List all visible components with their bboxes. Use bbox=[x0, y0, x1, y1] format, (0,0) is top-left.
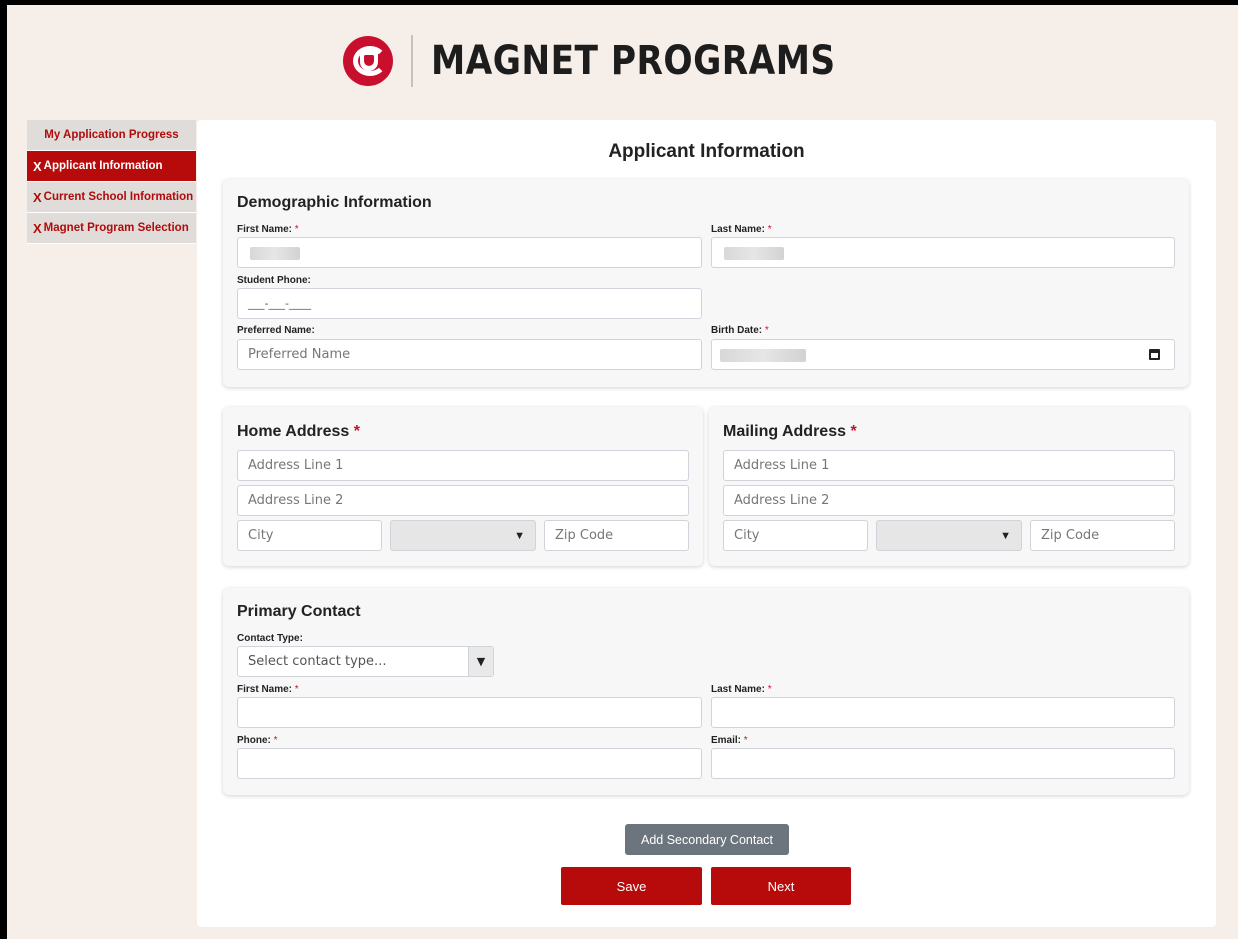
redacted-value bbox=[250, 247, 300, 260]
add-secondary-contact-button[interactable]: Add Secondary Contact bbox=[625, 824, 789, 855]
home-city-input[interactable]: City bbox=[237, 520, 382, 551]
primary-contact-title: Primary Contact bbox=[237, 603, 361, 620]
home-address-line1-input[interactable]: Address Line 1 bbox=[237, 450, 689, 481]
sidebar-item-current-school-information[interactable]: X Current School Information bbox=[27, 182, 196, 213]
sidebar-item-label: Current School Information bbox=[43, 191, 194, 203]
demographic-card: Demographic Information First Name: * La… bbox=[223, 179, 1189, 387]
first-name-input[interactable] bbox=[237, 237, 702, 268]
preferred-name-input[interactable]: Preferred Name bbox=[237, 339, 702, 370]
contact-first-name-input[interactable] bbox=[237, 697, 702, 728]
sidebar-item-magnet-program-selection[interactable]: X Magnet Program Selection bbox=[27, 213, 196, 244]
mailing-state-select[interactable]: ▼ bbox=[876, 520, 1022, 551]
sidebar-item-label: Applicant Information bbox=[43, 160, 163, 172]
site-header: MAGNET PROGRAMS bbox=[7, 5, 1238, 117]
home-address-title: Home Address * bbox=[237, 423, 361, 440]
district-logo-icon bbox=[343, 36, 394, 86]
student-phone-input[interactable]: ___-___-____ bbox=[237, 288, 702, 319]
redacted-value bbox=[720, 349, 806, 362]
sidebar-item-application-progress[interactable]: My Application Progress bbox=[27, 120, 196, 151]
app-frame: MAGNET PROGRAMS My Application Progress … bbox=[7, 5, 1238, 939]
primary-contact-card: Primary Contact Contact Type: Select con… bbox=[223, 588, 1189, 795]
home-zip-input[interactable]: Zip Code bbox=[544, 520, 689, 551]
contact-last-name-label: Last Name: * bbox=[711, 684, 772, 695]
contact-email-input[interactable] bbox=[711, 748, 1175, 779]
mailing-address-card: Mailing Address * Address Line 1 Address… bbox=[709, 407, 1189, 566]
incomplete-x-icon: X bbox=[33, 189, 42, 205]
calendar-icon[interactable] bbox=[1149, 349, 1160, 360]
contact-phone-input[interactable] bbox=[237, 748, 702, 779]
last-name-input[interactable] bbox=[711, 237, 1175, 268]
last-name-label: Last Name: * bbox=[711, 224, 772, 235]
birth-date-input[interactable] bbox=[711, 339, 1175, 370]
sidebar-item-label: My Application Progress bbox=[44, 129, 179, 141]
student-phone-label: Student Phone: bbox=[237, 275, 311, 286]
mailing-address-line2-input[interactable]: Address Line 2 bbox=[723, 485, 1175, 516]
mailing-city-input[interactable]: City bbox=[723, 520, 868, 551]
site-title: MAGNET PROGRAMS bbox=[431, 38, 836, 84]
caret-down-icon[interactable]: ▼ bbox=[468, 647, 493, 676]
first-name-label: First Name: * bbox=[237, 224, 299, 235]
sidebar-item-applicant-information[interactable]: X Applicant Information bbox=[27, 151, 196, 182]
birth-date-label: Birth Date: * bbox=[711, 325, 769, 336]
contact-type-select[interactable]: Select contact type... ▼ bbox=[237, 646, 494, 677]
contact-email-label: Email: * bbox=[711, 735, 748, 746]
contact-last-name-input[interactable] bbox=[711, 697, 1175, 728]
preferred-name-label: Preferred Name: bbox=[237, 325, 315, 336]
demographic-title: Demographic Information bbox=[237, 194, 432, 211]
redacted-value bbox=[724, 247, 784, 260]
next-button[interactable]: Next bbox=[711, 867, 851, 905]
contact-type-placeholder: Select contact type... bbox=[248, 654, 387, 669]
contact-type-label: Contact Type: bbox=[237, 633, 303, 644]
mailing-address-title: Mailing Address * bbox=[723, 423, 857, 440]
contact-first-name-label: First Name: * bbox=[237, 684, 299, 695]
sidebar-item-label: Magnet Program Selection bbox=[43, 222, 189, 234]
home-address-line2-input[interactable]: Address Line 2 bbox=[237, 485, 689, 516]
save-button[interactable]: Save bbox=[561, 867, 702, 905]
home-state-select[interactable]: ▼ bbox=[390, 520, 536, 551]
sidebar-nav: My Application Progress X Applicant Info… bbox=[27, 120, 196, 244]
mailing-zip-input[interactable]: Zip Code bbox=[1030, 520, 1175, 551]
mailing-address-line1-input[interactable]: Address Line 1 bbox=[723, 450, 1175, 481]
incomplete-x-icon: X bbox=[33, 158, 42, 174]
caret-down-icon: ▼ bbox=[1000, 530, 1011, 542]
page-title: Applicant Information bbox=[608, 141, 805, 162]
incomplete-x-icon: X bbox=[33, 220, 42, 236]
contact-phone-label: Phone: * bbox=[237, 735, 278, 746]
caret-down-icon: ▼ bbox=[514, 530, 525, 542]
main-panel: Applicant Information Demographic Inform… bbox=[197, 120, 1216, 927]
home-address-card: Home Address * Address Line 1 Address Li… bbox=[223, 407, 703, 566]
logo-divider bbox=[411, 35, 414, 87]
